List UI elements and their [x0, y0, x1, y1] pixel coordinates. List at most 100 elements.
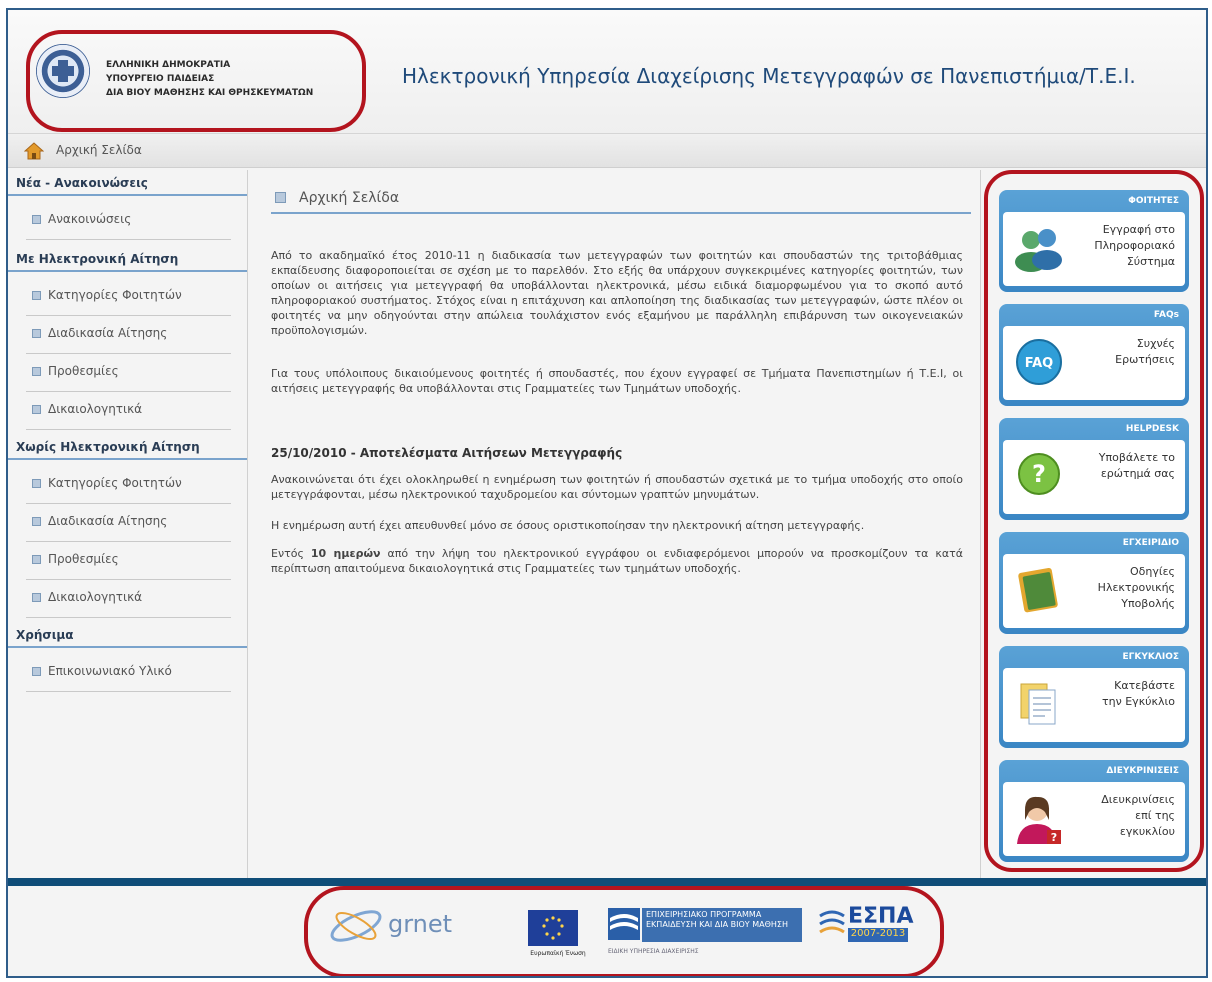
bullet-icon [32, 367, 41, 376]
sidebar: Νέα - Ανακοινώσεις Ανακοινώσεις Με Ηλεκτ… [8, 170, 248, 878]
sidebar-item-deadlines-2[interactable]: Προθεσμίες [26, 542, 231, 580]
document-icon [1020, 683, 1056, 725]
bullet-icon [32, 555, 41, 564]
widget-title: HELPDESK [1125, 424, 1179, 434]
content-heading: Αρχική Σελίδα [299, 190, 400, 206]
sidebar-item-label: Διαδικασία Αίτησης [48, 326, 168, 340]
bullet-icon [32, 291, 41, 300]
sidebar-item-student-categories-2[interactable]: Κατηγορίες Φοιτητών [26, 466, 231, 504]
widget-manual[interactable]: ΕΓΧΕΙΡΙΔΙΟ Οδηγίες Ηλεκτρονικής Υποβολής [999, 532, 1189, 634]
widget-line: Ηλεκτρονικής [1097, 581, 1175, 594]
programme-banner: ΕΠΙΧΕΙΡΗΣΙΑΚΟ ΠΡΟΓΡΑΜΜΑ ΕΚΠΑΙΔΕΥΣΗ ΚΑΙ Δ… [642, 908, 802, 942]
widget-line: Υποβολής [1121, 597, 1175, 610]
widget-line: Ερωτήσεις [1115, 353, 1175, 366]
sidebar-item-label: Ανακοινώσεις [48, 212, 132, 226]
svg-text:FAQ: FAQ [1025, 356, 1054, 371]
quick-links-panel: ΦΟΙΤΗΤΕΣ Εγγραφή στο Πληροφοριακό Σύστημ… [980, 170, 1206, 878]
intro-paragraph-1: Από το ακαδημαϊκό έτος 2010-11 η διαδικα… [271, 249, 963, 337]
sidebar-section-non-electronic: Χωρίς Ηλεκτρονική Αίτηση [8, 434, 247, 460]
bullet-icon [32, 405, 41, 414]
bullet-icon [32, 329, 41, 338]
sidebar-item-student-categories[interactable]: Κατηγορίες Φοιτητών [26, 278, 231, 316]
person-help-icon: ? [1017, 796, 1061, 844]
ministry-logo[interactable]: ΕΛΛΗΝΙΚΗ ΔΗΜΟΚΡΑΤΙΑ ΥΠΟΥΡΓΕΙΟ ΠΑΙΔΕΙΑΣ Δ… [32, 38, 352, 108]
sidebar-item-label: Δικαιολογητικά [48, 590, 143, 604]
grnet-swirl-icon [330, 910, 382, 942]
widget-title: ΔΙΕΥΚΡΙΝΙΣΕΙΣ [1106, 766, 1179, 776]
breadcrumb: Αρχική Σελίδα [8, 134, 1206, 168]
widget-circular[interactable]: ΕΓΚΥΚΛΙΟΣ Κατεβάστε την Εγκύκλιο [999, 646, 1189, 748]
home-icon[interactable] [24, 142, 44, 160]
widget-helpdesk[interactable]: HELPDESK ? Υποβάλετε το ερώτημά σας [999, 418, 1189, 520]
widget-line: Κατεβάστε [1114, 679, 1175, 692]
widget-line: Πληροφοριακό [1094, 239, 1175, 252]
page-title: Ηλεκτρονική Υπηρεσία Διαχείρισης Μετεγγρ… [402, 64, 1136, 88]
footer: grnet Ευρωπαϊκή Ένωση ΕΠΙΧΕΙΡΗΣΙΑΚΟ ΠΡΟΓ… [8, 878, 1206, 976]
sidebar-item-label: Κατηγορίες Φοιτητών [48, 288, 182, 302]
news-p3-bold: 10 ημερών [310, 547, 381, 560]
widget-line: Υποβάλετε το [1098, 451, 1175, 464]
sidebar-item-label: Δικαιολογητικά [48, 402, 143, 416]
widget-clarifications[interactable]: ΔΙΕΥΚΡΙΝΙΣΕΙΣ ? Διευκρινίσεις επί της εγ… [999, 760, 1189, 862]
sidebar-item-documents-2[interactable]: Δικαιολογητικά [26, 580, 231, 618]
widget-title: ΕΓΚΥΚΛΙΟΣ [1122, 652, 1179, 662]
sidebar-item-application-process[interactable]: Διαδικασία Αίτησης [26, 316, 231, 354]
sidebar-item-application-process-2[interactable]: Διαδικασία Αίτησης [26, 504, 231, 542]
bullet-icon [32, 593, 41, 602]
widget-line: ερώτημά σας [1100, 467, 1175, 480]
app-window: ΕΛΛΗΝΙΚΗ ΔΗΜΟΚΡΑΤΙΑ ΥΠΟΥΡΓΕΙΟ ΠΑΙΔΕΙΑΣ Δ… [6, 8, 1208, 978]
faq-icon: FAQ [1016, 339, 1062, 385]
content-header: Αρχική Σελίδα [271, 188, 971, 214]
bullet-icon [32, 667, 41, 676]
widget-title: FAQs [1153, 310, 1179, 320]
education-programme-logo[interactable]: ΕΠΙΧΕΙΡΗΣΙΑΚΟ ΠΡΟΓΡΑΜΜΑ ΕΚΠΑΙΔΕΥΣΗ ΚΑΙ Δ… [608, 908, 804, 968]
programme-line-1: ΕΠΙΧΕΙΡΗΣΙΑΚΟ ΠΡΟΓΡΑΜΜΑ [646, 910, 762, 919]
eu-logo[interactable]: Ευρωπαϊκή Ένωση [528, 910, 588, 970]
bullet-icon [32, 215, 41, 224]
sidebar-item-label: Επικοινωνιακό Υλικό [48, 664, 172, 678]
news-title: 25/10/2010 - Αποτελέσματα Αιτήσεων Μετεγ… [271, 446, 623, 460]
widget-line: Συχνές [1136, 337, 1175, 350]
bullet-icon [32, 517, 41, 526]
sidebar-item-deadlines[interactable]: Προθεσμίες [26, 354, 231, 392]
widget-line: εγκυκλίου [1119, 825, 1175, 838]
bullet-icon [32, 479, 41, 488]
ministry-line-1: ΕΛΛΗΝΙΚΗ ΔΗΜΟΚΡΑΤΙΑ [106, 60, 231, 70]
programme-line-2: ΕΚΠΑΙΔΕΥΣΗ ΚΑΙ ΔΙΑ ΒΙΟΥ ΜΑΘΗΣΗ [646, 920, 788, 929]
news-paragraph-3: Εντός 10 ημερών από την λήψη του ηλεκτρο… [271, 546, 963, 576]
espa-logo[interactable]: ΕΣΠΑ 2007-2013 [818, 904, 918, 968]
ministry-line-3: ΔΙΑ ΒΙΟΥ ΜΑΘΗΣΗΣ ΚΑΙ ΘΡΗΣΚΕΥΜΑΤΩΝ [106, 88, 314, 98]
widget-line: Διευκρινίσεις [1101, 793, 1175, 806]
sidebar-item-communication-material[interactable]: Επικοινωνιακό Υλικό [26, 654, 231, 692]
ministry-line-2: ΥΠΟΥΡΓΕΙΟ ΠΑΙΔΕΙΑΣ [106, 74, 215, 84]
sidebar-item-label: Κατηγορίες Φοιτητών [48, 476, 182, 490]
widget-line: Οδηγίες [1130, 565, 1175, 578]
grnet-logo[interactable]: grnet [326, 900, 476, 960]
breadcrumb-home-link[interactable]: Αρχική Σελίδα [56, 143, 142, 157]
news-p3-prefix: Εντός [271, 547, 304, 560]
widget-title: ΦΟΙΤΗΤΕΣ [1128, 196, 1179, 206]
intro-paragraph-2: Για τους υπόλοιπους δικαιούμενους φοιτητ… [271, 367, 963, 395]
grnet-text: grnet [388, 910, 453, 938]
news-paragraph-2: Η ενημέρωση αυτή έχει απευθυνθεί μόνο σε… [271, 519, 865, 532]
widget-faq[interactable]: FAQs FAQ Συχνές Ερωτήσεις [999, 304, 1189, 406]
site-header: ΕΛΛΗΝΙΚΗ ΔΗΜΟΚΡΑΤΙΑ ΥΠΟΥΡΓΕΙΟ ΠΑΙΔΕΙΑΣ Δ… [8, 10, 1206, 134]
ministry-name: ΕΛΛΗΝΙΚΗ ΔΗΜΟΚΡΑΤΙΑ ΥΠΟΥΡΓΕΙΟ ΠΑΙΔΕΙΑΣ Δ… [106, 58, 313, 100]
sidebar-item-documents[interactable]: Δικαιολογητικά [26, 392, 231, 430]
sidebar-item-announcements[interactable]: Ανακοινώσεις [26, 202, 231, 240]
main-content: Αρχική Σελίδα Από το ακαδημαϊκό έτος 201… [249, 170, 979, 878]
widget-line: Σύστημα [1126, 255, 1175, 268]
users-icon [1015, 229, 1062, 272]
svg-text:?: ? [1032, 460, 1046, 488]
sidebar-item-label: Προθεσμίες [48, 364, 119, 378]
programme-subtext: ΕΙΔΙΚΗ ΥΠΗΡΕΣΙΑ ΔΙΑΧΕΙΡΙΣΗΣ [608, 948, 699, 955]
wave-logo-icon [608, 908, 640, 940]
sidebar-item-label: Προθεσμίες [48, 552, 119, 566]
sidebar-section-news: Νέα - Ανακοινώσεις [8, 170, 247, 196]
widget-line: επί της [1135, 809, 1175, 822]
book-icon [1018, 568, 1058, 613]
widget-line: Εγγραφή στο [1102, 223, 1175, 236]
sidebar-section-electronic: Με Ηλεκτρονική Αίτηση [8, 246, 247, 272]
widget-title: ΕΓΧΕΙΡΙΔΙΟ [1122, 538, 1179, 548]
widget-students-registration[interactable]: ΦΟΙΤΗΤΕΣ Εγγραφή στο Πληροφοριακό Σύστημ… [999, 190, 1189, 292]
